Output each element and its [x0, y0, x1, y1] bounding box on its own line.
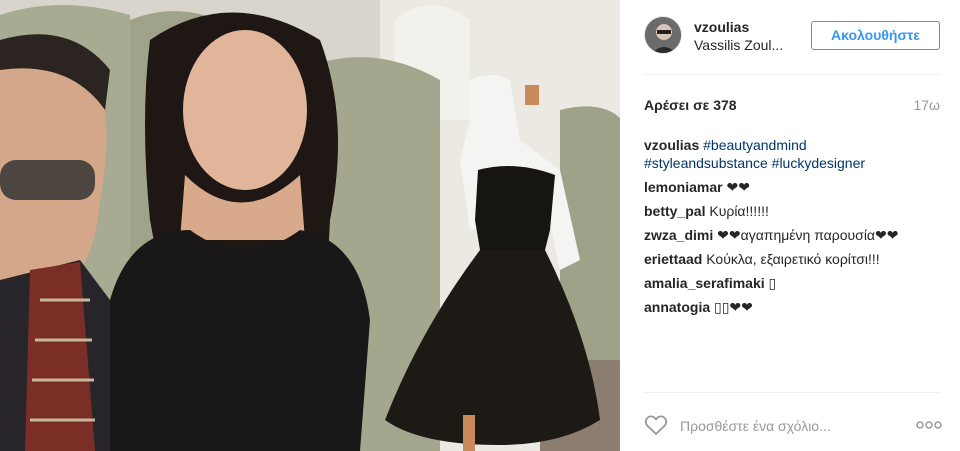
comment: annatogia ▯▯❤❤ — [644, 298, 940, 316]
comment: betty_pal Κυρία!!!!!! — [644, 202, 940, 220]
hashtag-link[interactable]: #luckydesigner — [772, 155, 865, 171]
comment-text: ▯ — [768, 275, 777, 291]
avatar[interactable] — [644, 16, 682, 54]
hashtag-link[interactable]: #beautyandmind — [703, 137, 807, 153]
post-sidebar: vzoulias Vassilis Zoul... Ακολουθήστε Αρ… — [620, 0, 960, 451]
post-header: vzoulias Vassilis Zoul... Ακολουθήστε — [620, 0, 960, 74]
comment-text: Κυρία!!!!!! — [709, 203, 769, 219]
comment-username[interactable]: amalia_serafimaki — [644, 275, 765, 291]
comment-bar: Προσθέστε ένα σχόλιο... — [620, 392, 960, 451]
comment-text: ▯▯❤❤ — [714, 299, 753, 315]
add-comment-input[interactable]: Προσθέστε ένα σχόλιο... — [680, 418, 831, 434]
comment-username[interactable]: eriettaad — [644, 251, 702, 267]
more-options-icon[interactable] — [916, 420, 942, 430]
heart-icon[interactable] — [644, 414, 668, 436]
avatar-image — [645, 17, 681, 53]
comment-username[interactable]: betty_pal — [644, 203, 705, 219]
comment: amalia_serafimaki ▯ — [644, 274, 940, 292]
comment-username[interactable]: zwza_dimi — [644, 227, 713, 243]
header-divider — [644, 74, 940, 75]
comment-text: Κούκλα, εξαιρετικό κορίτσι!!! — [706, 251, 880, 267]
follow-button[interactable]: Ακολουθήστε — [811, 21, 940, 50]
likes-count[interactable]: Αρέσει σε 378 — [644, 97, 737, 113]
caption: vzoulias #beautyandmind #styleandsubstan… — [644, 136, 940, 172]
photo-illustration — [0, 0, 620, 451]
post-photo[interactable] — [0, 0, 620, 451]
instagram-post: vzoulias Vassilis Zoul... Ακολουθήστε Αρ… — [0, 0, 960, 451]
comment-text: ❤❤αγαπημένη παρουσία❤❤ — [717, 227, 899, 243]
hashtag-link[interactable]: #styleandsubstance — [644, 155, 768, 171]
comment: lemoniamar ❤❤ — [644, 178, 940, 196]
comment: zwza_dimi ❤❤αγαπημένη παρουσία❤❤ — [644, 226, 940, 244]
comment-username[interactable]: lemoniamar — [644, 179, 723, 195]
post-stats: Αρέσει σε 378 17ω — [644, 97, 940, 117]
comment-text: ❤❤ — [726, 179, 750, 195]
post-age[interactable]: 17ω — [913, 97, 940, 113]
comment: eriettaad Κούκλα, εξαιρετικό κορίτσι!!! — [644, 250, 940, 268]
comment-list: vzoulias #beautyandmind #styleandsubstan… — [644, 136, 940, 322]
caption-username[interactable]: vzoulias — [644, 137, 699, 153]
comment-username[interactable]: annatogia — [644, 299, 710, 315]
